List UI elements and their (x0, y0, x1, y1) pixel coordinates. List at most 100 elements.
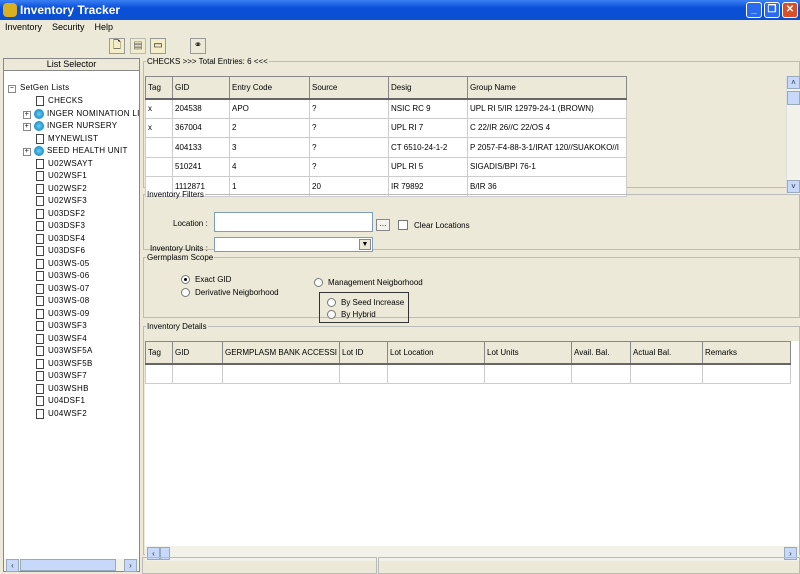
table-row[interactable]: x 204538 APO? NSIC RC 9 UPL RI 5/IR 12979-24… (145, 98, 627, 119)
table-cell[interactable]: UPL RI 5 (388, 156, 468, 177)
table-cell[interactable]: P 2057-F4-88-3-1/IRAT 120//SUAKOKO//I (467, 137, 627, 158)
tree-item[interactable]: U03WS-05 (4, 258, 90, 271)
table-cell[interactable] (571, 363, 631, 384)
column-header[interactable]: Avail. Bal. (571, 341, 631, 365)
table-cell[interactable]: 367004 (172, 117, 230, 138)
column-header[interactable]: Source (309, 76, 389, 100)
table-row[interactable] (145, 363, 791, 384)
management-neighborhood-radio[interactable]: Management Neigborhood (314, 278, 423, 288)
column-header[interactable]: Lot Location (387, 341, 485, 365)
scroll-up-icon[interactable]: ˄ (787, 76, 800, 89)
column-header[interactable]: Tag (145, 76, 173, 100)
table-cell[interactable]: C 22/IR 26//C 22/OS 4 (467, 117, 627, 138)
exact-gid-radio[interactable]: Exact GID (181, 275, 231, 285)
scroll-thumb[interactable] (787, 91, 800, 105)
open-folder-icon[interactable]: ▭ (150, 38, 166, 54)
chevron-down-icon[interactable]: ▼ (359, 239, 371, 250)
table-cell[interactable] (702, 363, 791, 384)
table-cell[interactable]: 2 (229, 117, 310, 138)
tree-item[interactable]: CHECKS (4, 96, 83, 108)
browse-location-button[interactable]: ... (376, 219, 390, 231)
menu-help[interactable]: Help (90, 20, 119, 34)
new-document-icon[interactable]: 🗋 (109, 38, 125, 54)
table-cell[interactable]: ? (309, 137, 389, 158)
table-cell[interactable] (145, 363, 173, 384)
table-cell[interactable]: CT 6510-24-1-2 (388, 137, 468, 158)
maximize-button[interactable]: ❐ (764, 2, 780, 18)
tree-item[interactable]: + SEED HEALTH UNIT (4, 146, 128, 158)
tree-item[interactable]: + INGER NOMINATION LI (4, 108, 140, 121)
expand-icon[interactable]: + (23, 123, 31, 131)
table-row[interactable]: 510241 4? UPL RI 5 SIGADIS/BPI 76-1 (145, 156, 627, 177)
tree-item[interactable]: U03WS-09 (4, 308, 90, 321)
column-header[interactable]: Desig (388, 76, 468, 100)
inventory-units-dropdown[interactable]: ▼ (214, 237, 373, 252)
tree-item[interactable]: U04WSF2 (4, 408, 87, 421)
table-row[interactable]: 404133 3? CT 6510-24-1-2 P 2057-F4-88-3-1/I… (145, 137, 627, 158)
tree-item[interactable]: U03WS-07 (4, 283, 90, 296)
column-header[interactable]: Entry Code (229, 76, 310, 100)
column-header[interactable]: Group Name (467, 76, 627, 100)
tree-horizontal-scrollbar[interactable]: ‹ › (4, 559, 139, 572)
by-hybrid-radio[interactable]: By Hybrid (327, 310, 376, 320)
column-header[interactable]: GID (172, 76, 230, 100)
table-row[interactable]: x 367004 2? UPL RI 7C 22/IR 26//C 22/OS 4 (145, 117, 627, 138)
tree-item[interactable]: U03WS-08 (4, 296, 90, 308)
table-cell[interactable] (172, 363, 223, 384)
column-header[interactable]: Remarks (702, 341, 791, 365)
expand-icon[interactable]: + (23, 148, 31, 156)
tree-item[interactable]: U03WSF5A (4, 346, 93, 358)
tree-item[interactable]: U03WS-06 (4, 271, 90, 283)
checks-vertical-scrollbar[interactable]: ˄ ˅ (786, 76, 800, 194)
close-button[interactable]: ✕ (782, 2, 798, 18)
table-cell[interactable] (145, 137, 173, 158)
table-cell[interactable]: 510241 (172, 156, 230, 177)
column-header[interactable]: Lot ID (339, 341, 388, 365)
table-cell[interactable] (387, 363, 485, 384)
by-seed-increase-radio[interactable]: By Seed Increase (327, 298, 404, 308)
tree-item[interactable]: U03DSF6 (4, 246, 85, 258)
column-header[interactable]: GERMPLASM BANK ACCESSI (222, 341, 340, 365)
table-cell[interactable] (339, 363, 388, 384)
derivative-neighborhood-radio[interactable]: Derivative Neigborhood (181, 288, 279, 298)
column-header[interactable]: GID (172, 341, 223, 365)
save-document-icon[interactable]: ▤ (130, 38, 146, 54)
binoculars-icon[interactable]: ⚭ (190, 38, 206, 54)
tree-item[interactable]: U02WSF1 (4, 171, 87, 183)
tree-item[interactable]: U03WSF3 (4, 321, 87, 333)
tree-item[interactable]: + INGER NURSERY (4, 121, 117, 133)
table-cell[interactable]: 404133 (172, 137, 230, 158)
tree-item[interactable]: U03DSF2 (4, 208, 85, 221)
table-cell[interactable]: x (145, 117, 173, 138)
tree-root[interactable]: − SetGen Lists (8, 83, 69, 95)
table-cell[interactable] (484, 363, 572, 384)
table-cell[interactable]: 4 (229, 156, 310, 177)
table-cell[interactable]: x (145, 98, 173, 119)
table-cell[interactable]: ? (309, 117, 389, 138)
tree-item[interactable]: U03WSHB (4, 383, 89, 396)
table-cell[interactable]: UPL RI 5/IR 12979-24-1 (BROWN) (467, 98, 627, 119)
tree-item[interactable]: U03WSF4 (4, 333, 87, 346)
scroll-right-icon[interactable]: › (124, 559, 137, 572)
scroll-thumb[interactable] (20, 559, 116, 571)
menu-inventory[interactable]: Inventory (0, 20, 47, 34)
tree-item[interactable]: U03WSF7 (4, 371, 87, 383)
tree-item[interactable]: U03DSF3 (4, 221, 85, 233)
tree-item[interactable]: U02WSF2 (4, 183, 87, 196)
table-cell[interactable]: ? (309, 156, 389, 177)
menu-security[interactable]: Security (47, 20, 90, 34)
tree-item[interactable]: U03DSF4 (4, 233, 85, 246)
location-input[interactable] (214, 212, 373, 232)
tree-item[interactable]: U02WSAYT (4, 158, 93, 171)
scroll-left-icon[interactable]: ‹ (6, 559, 19, 572)
tree-item[interactable]: MYNEWLIST (4, 133, 98, 146)
table-cell[interactable]: ? (309, 98, 389, 119)
clear-locations-checkbox[interactable] (398, 220, 408, 230)
expand-icon[interactable]: + (23, 110, 31, 119)
table-cell[interactable]: SIGADIS/BPI 76-1 (467, 156, 627, 177)
column-header[interactable]: Tag (145, 341, 173, 365)
table-cell[interactable]: NSIC RC 9 (388, 98, 468, 119)
table-cell[interactable]: UPL RI 7 (388, 117, 468, 138)
tree-item[interactable]: U03WSF5B (4, 358, 93, 371)
table-cell[interactable]: 204538 (172, 98, 230, 119)
